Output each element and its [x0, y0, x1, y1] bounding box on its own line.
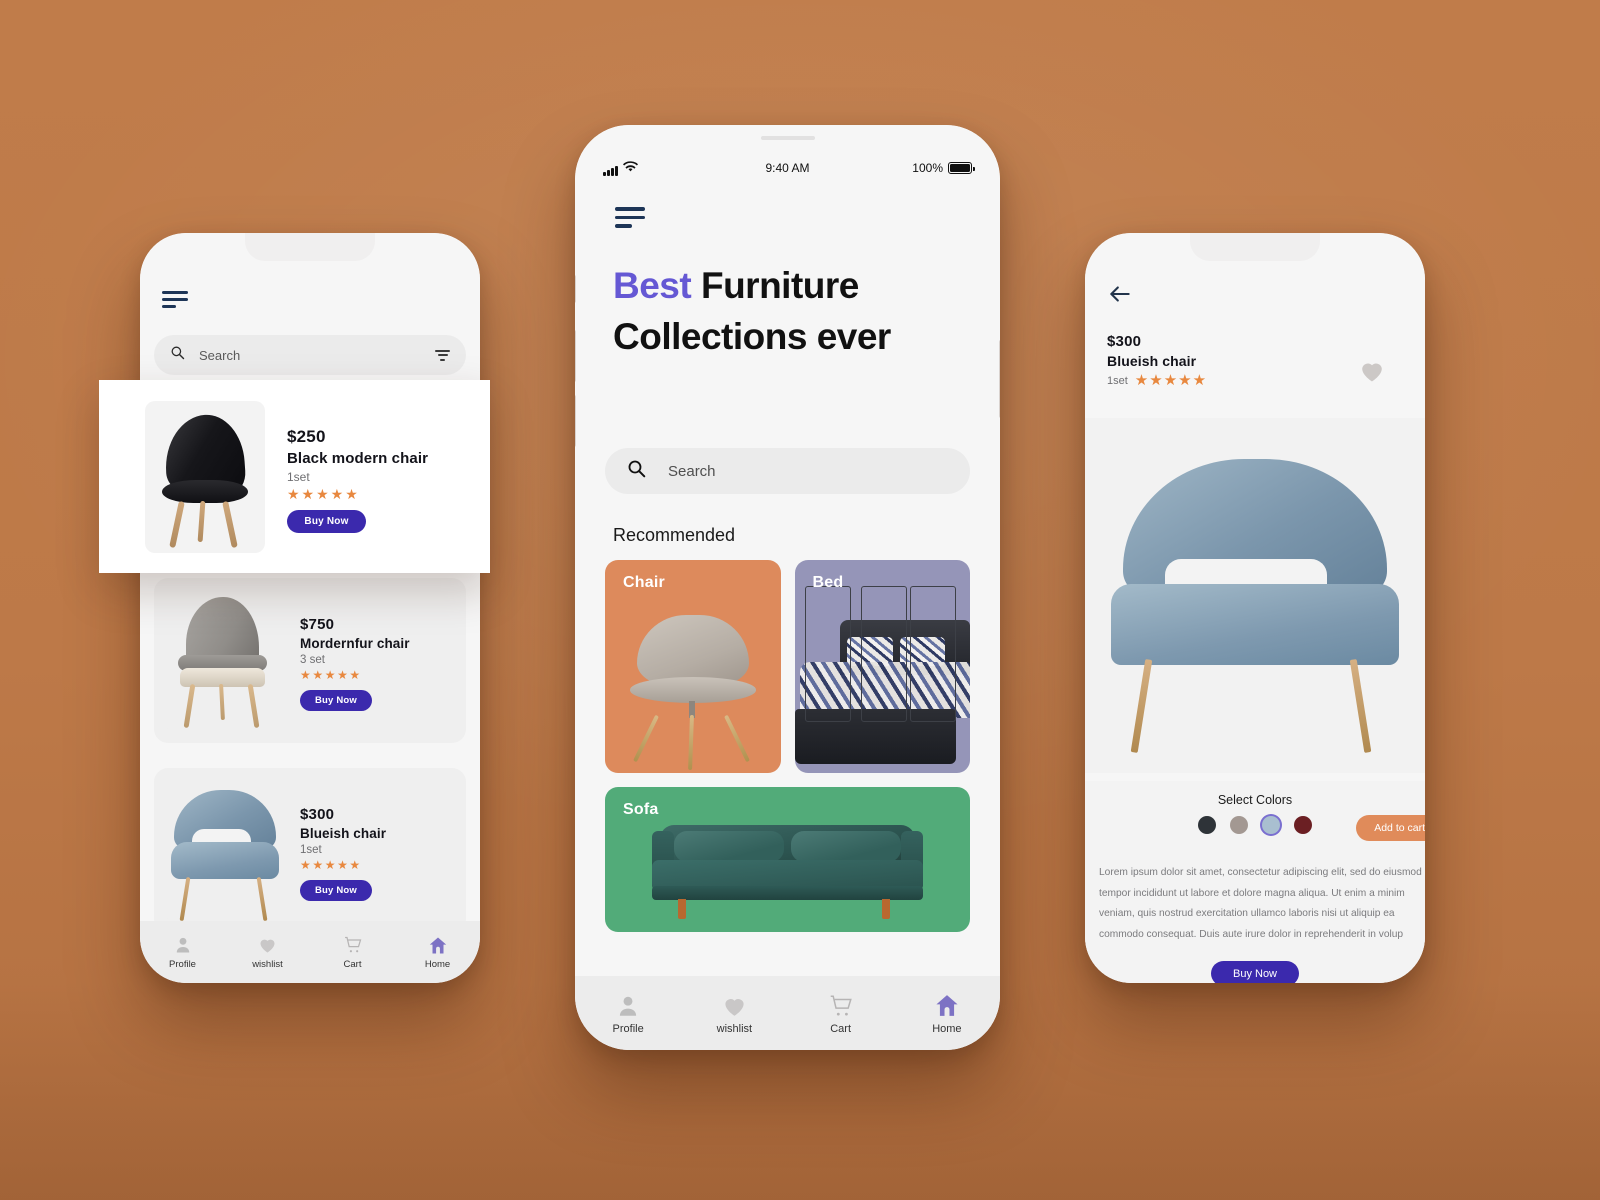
product-price: $300 [300, 805, 335, 823]
product-price: $300 [1107, 333, 1142, 350]
category-grid: Chair Bed Sofa [605, 560, 970, 932]
nav-label: Profile [169, 959, 196, 970]
highlighted-product-card-callout[interactable]: $250 Black modern chair 1set ★★★★★ Buy N… [99, 380, 490, 573]
mute-switch[interactable] [575, 275, 576, 303]
product-set: 1set [1107, 375, 1128, 388]
nav-label: wishlist [716, 1022, 753, 1035]
nav-label: wishlist [252, 959, 283, 970]
product-image-grey-wing-chair [166, 588, 284, 733]
phone-mockup-product-detail: $300 Blueish chair 1set ★★★★★ Select Col… [1085, 233, 1425, 983]
heart-icon[interactable] [1357, 357, 1387, 390]
volume-down-button[interactable] [575, 395, 576, 447]
earpiece-speaker [760, 136, 815, 140]
nav-item-home[interactable]: Home [395, 934, 480, 970]
buy-now-button[interactable]: Buy Now [300, 690, 372, 712]
rating-stars: ★★★★★ [287, 485, 360, 502]
page-title: Best Furniture Collections ever [613, 260, 970, 362]
product-name: Black modern chair [287, 449, 429, 467]
detail-header: $300 Blueish chair 1set ★★★★★ [1107, 333, 1403, 390]
search-input[interactable]: Search [605, 448, 970, 494]
home-icon [426, 934, 450, 956]
product-set: 3 set [300, 653, 325, 666]
product-hero-image-blueish-chair [1085, 418, 1425, 773]
search-input[interactable]: Search [154, 335, 466, 375]
nav-item-cart[interactable]: Cart [788, 992, 894, 1035]
nav-item-wishlist[interactable]: wishlist [225, 934, 310, 970]
search-icon [170, 345, 185, 365]
nav-item-profile[interactable]: Profile [575, 992, 681, 1035]
page-title-accent: Best [613, 265, 692, 306]
product-card[interactable]: $750 Mordernfur chair 3 set ★★★★★ Buy No… [154, 578, 466, 743]
color-swatch-taupe[interactable] [1230, 816, 1248, 834]
filter-icon[interactable] [435, 349, 450, 361]
bottom-navigation: Profile wishlist Cart Home [140, 921, 480, 983]
product-name: Mordernfur chair [300, 635, 410, 651]
nav-label: Cart [830, 1022, 852, 1035]
heart-icon [256, 934, 280, 956]
product-price: $750 [300, 615, 335, 633]
nav-label: Profile [612, 1022, 644, 1035]
cart-icon [826, 992, 856, 1020]
color-swatch-light-blue[interactable] [1262, 816, 1280, 834]
search-placeholder: Search [668, 462, 716, 480]
nav-item-profile[interactable]: Profile [140, 934, 225, 970]
cart-icon [341, 934, 365, 956]
product-set: 1set [287, 469, 310, 484]
category-image-green-velvet-sofa [605, 787, 970, 932]
hamburger-icon[interactable] [615, 207, 649, 228]
nav-label: Cart [343, 959, 362, 970]
nav-item-wishlist[interactable]: wishlist [681, 992, 787, 1035]
rating-stars: ★★★★★ [1134, 372, 1208, 389]
phone-notch [140, 233, 480, 263]
color-swatch-charcoal[interactable] [1198, 816, 1216, 834]
battery-full-icon [948, 162, 975, 174]
nav-label: Home [932, 1022, 962, 1035]
category-card-sofa[interactable]: Sofa [605, 787, 970, 932]
status-bar: 9:40 AM 100% [575, 157, 1000, 179]
heart-icon [719, 992, 749, 1020]
color-swatch-maroon[interactable] [1294, 816, 1312, 834]
category-label: Chair [623, 574, 665, 591]
search-icon [627, 459, 646, 483]
category-label: Sofa [623, 801, 659, 818]
section-title-recommended: Recommended [613, 525, 736, 545]
status-time: 9:40 AM [765, 161, 810, 175]
nav-item-cart[interactable]: Cart [310, 934, 395, 970]
search-placeholder: Search [199, 347, 241, 363]
nav-item-home[interactable]: Home [894, 992, 1000, 1035]
buy-now-button[interactable]: Buy Now [300, 880, 372, 902]
category-card-chair[interactable]: Chair [605, 560, 781, 773]
buy-now-button[interactable]: Buy Now [287, 510, 366, 534]
product-card[interactable]: $300 Blueish chair 1set ★★★★★ Buy Now [154, 768, 466, 933]
select-colors-label: Select Colors [1217, 793, 1293, 807]
phone-notch [1085, 233, 1425, 263]
product-description: Lorem ipsum dolor sit amet, consectetur … [1099, 867, 1422, 940]
rating-stars: ★★★★★ [300, 857, 362, 872]
product-set: 1set [300, 843, 322, 856]
phone-mockup-home: 9:40 AM 100% Best Furniture Collections … [575, 125, 1000, 1050]
product-image-black-modern-chair [145, 401, 265, 553]
add-to-cart-button[interactable]: Add to cart [1356, 815, 1425, 841]
category-card-bed[interactable]: Bed [794, 560, 970, 773]
person-icon [171, 934, 195, 956]
detail-lower-panel: Select Colors Add to cart Lorem ipsum do… [1085, 781, 1425, 983]
category-label: Bed [812, 574, 844, 591]
power-button[interactable] [999, 340, 1000, 418]
volume-up-button[interactable] [575, 330, 576, 382]
hamburger-icon[interactable] [162, 291, 192, 308]
product-image-blueish-chair [166, 778, 284, 923]
buy-now-button[interactable]: Buy Now [1211, 961, 1299, 983]
product-price: $250 [287, 426, 326, 446]
product-name: Blueish chair [300, 825, 387, 841]
person-icon [613, 992, 643, 1020]
phone-mockup-product-list: Search $250 Black modern chair [140, 233, 480, 983]
nav-label: Home [424, 959, 451, 970]
home-icon [932, 992, 962, 1020]
bottom-navigation: Profile wishlist Cart Home [575, 976, 1000, 1050]
arrow-left-icon[interactable] [1107, 281, 1133, 307]
rating-stars: ★★★★★ [300, 667, 362, 682]
